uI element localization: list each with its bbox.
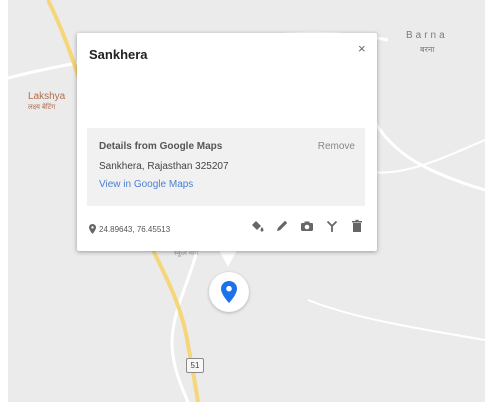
view-in-google-maps-link[interactable]: View in Google Maps (99, 179, 193, 190)
pencil-icon (277, 220, 288, 231)
popup-toolbar (249, 218, 365, 234)
popup-title: Sankhera (89, 47, 148, 62)
edit-button[interactable] (274, 218, 290, 234)
details-heading: Details from Google Maps (99, 141, 223, 152)
coordinates-text: 24.89643, 76.45513 (99, 224, 171, 234)
details-panel: Details from Google Maps Remove Sankhera… (87, 128, 365, 206)
info-popup: Sankhera × Details from Google Maps Remo… (77, 33, 377, 251)
location-marker[interactable] (209, 272, 249, 312)
directions-icon (326, 220, 338, 232)
place-label-barna-hindi: बरना (420, 45, 435, 54)
delete-button[interactable] (349, 218, 365, 234)
map-pin-icon (221, 281, 237, 303)
directions-button[interactable] (324, 218, 340, 234)
popup-tail (219, 250, 237, 267)
close-button[interactable]: × (358, 41, 366, 56)
place-label-lakshya-hindi: लक्ष्य बेटिंग (28, 104, 56, 111)
coordinates: 24.89643, 76.45513 (89, 224, 170, 234)
map-stage: Lakshya लक्ष्य बेटिंग Barna बरना स्कूल म… (0, 0, 493, 405)
remove-button[interactable]: Remove (318, 141, 355, 152)
highway-shield: 51 (186, 358, 204, 373)
style-button[interactable] (249, 218, 265, 234)
pin-icon (89, 224, 96, 234)
place-label-lakshya[interactable]: Lakshya (28, 92, 65, 102)
add-photo-button[interactable] (299, 218, 315, 234)
trash-icon (352, 219, 362, 232)
place-address: Sankhera, Rajasthan 325207 (99, 161, 229, 172)
camera-icon (301, 221, 313, 231)
place-label-barna[interactable]: Barna (406, 30, 448, 41)
paint-bucket-icon (252, 221, 264, 232)
